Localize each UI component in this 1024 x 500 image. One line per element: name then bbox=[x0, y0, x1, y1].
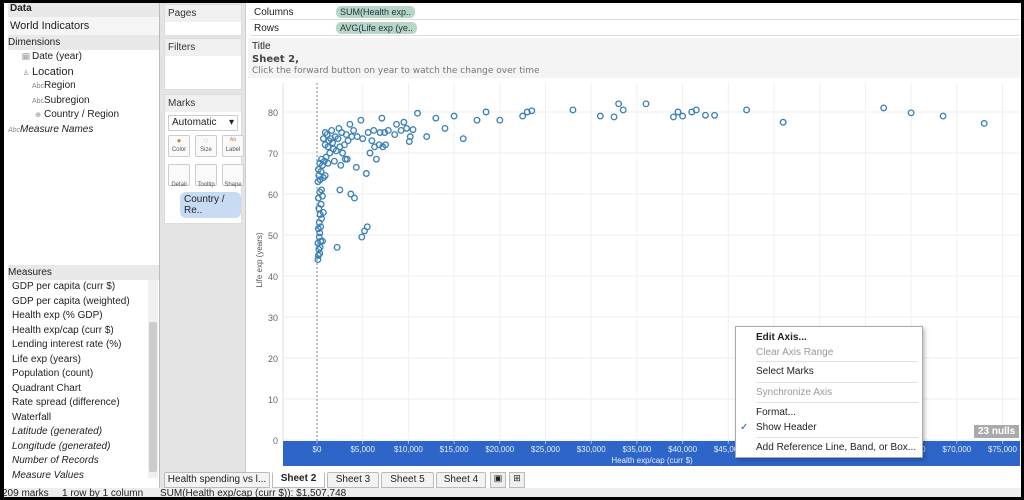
x-tick-label: $10,000 bbox=[394, 445, 423, 454]
menu-item[interactable]: Select Marks bbox=[756, 365, 814, 379]
status-marks: 209 marks bbox=[2, 488, 49, 499]
menu-item[interactable]: Edit Axis... bbox=[756, 331, 807, 345]
y-tick-label: 20 bbox=[268, 354, 278, 364]
x-tick-label: $35,000 bbox=[622, 445, 651, 454]
menu-separator bbox=[756, 402, 918, 403]
y-axis-title: Life exp (years) bbox=[255, 232, 264, 287]
y-tick-label: 60 bbox=[268, 190, 278, 200]
menu-item: Synchronize Axis bbox=[756, 387, 833, 398]
menu-item[interactable]: Add Reference Line, Band, or Box... bbox=[756, 441, 916, 455]
menu-separator bbox=[756, 382, 918, 383]
status-sum: SUM(Health exp/cap (curr $)): $1,507,748 bbox=[160, 488, 347, 499]
menu-separator bbox=[756, 437, 918, 438]
axis-context-menu: Edit Axis... Clear Axis Range Select Marks… bbox=[735, 326, 923, 458]
sheet-tab[interactable]: Health spending vs l... bbox=[164, 472, 270, 488]
y-tick-label: 0 bbox=[273, 436, 278, 446]
x-tick-label: $5,000 bbox=[350, 445, 375, 454]
x-tick-label: $40,000 bbox=[668, 445, 697, 454]
y-tick-label: 30 bbox=[268, 313, 278, 323]
sheet-tab[interactable]: Sheet 5 bbox=[381, 472, 434, 488]
x-axis-title: Health exp/cap (curr $) bbox=[611, 456, 693, 465]
checkmark-icon: ✓ bbox=[740, 422, 749, 433]
new-sheet-icon[interactable]: ▣ bbox=[490, 472, 506, 488]
x-tick-label: $70,000 bbox=[942, 445, 971, 454]
menu-item[interactable]: Show Header bbox=[756, 421, 817, 435]
y-tick-label: 40 bbox=[268, 272, 278, 282]
menu-separator bbox=[756, 361, 918, 362]
sheet-tab[interactable]: Sheet 2 bbox=[272, 472, 325, 488]
x-tick-label: $30,000 bbox=[577, 445, 606, 454]
new-dashboard-icon[interactable]: ⊞ bbox=[509, 472, 525, 488]
y-tick-label: 50 bbox=[268, 231, 278, 241]
menu-item[interactable]: Format... bbox=[756, 406, 796, 420]
sheet-tab[interactable]: Sheet 3 bbox=[327, 472, 379, 488]
status-dims: 1 row by 1 column bbox=[62, 488, 144, 499]
menu-item: Clear Axis Range bbox=[756, 347, 834, 358]
sheet-tab[interactable]: Sheet 4 bbox=[436, 472, 486, 488]
x-tick-label: $75,000 bbox=[988, 445, 1017, 454]
y-tick-label: 80 bbox=[268, 108, 278, 118]
x-tick-label: $25,000 bbox=[531, 445, 560, 454]
x-tick-label: $20,000 bbox=[485, 445, 514, 454]
y-tick-label: 10 bbox=[268, 395, 278, 405]
nulls-badge[interactable]: 23 nulls bbox=[974, 425, 1020, 438]
x-tick-label: $0 bbox=[313, 445, 322, 454]
status-bar: 209 marks 1 row by 1 column SUM(Health e… bbox=[0, 488, 1024, 500]
y-tick-label: 70 bbox=[268, 149, 278, 159]
x-tick-label: $15,000 bbox=[440, 445, 469, 454]
